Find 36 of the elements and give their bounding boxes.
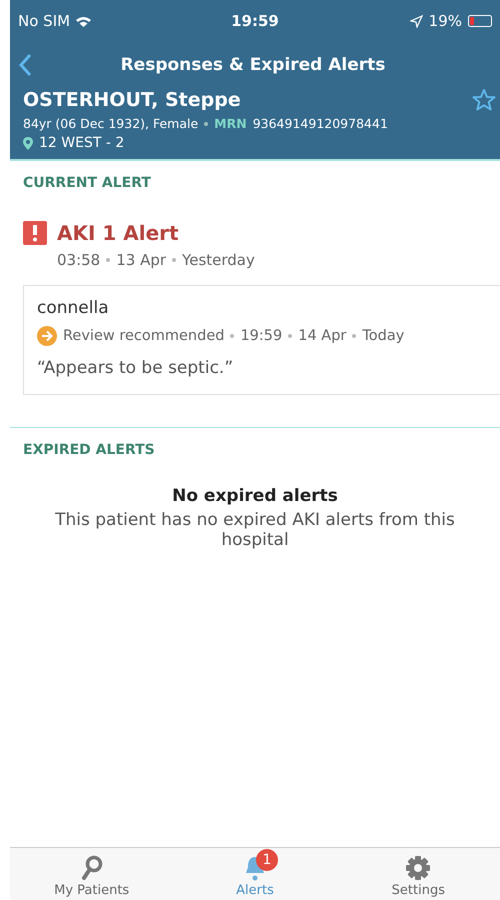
clock-label: 19:59 [231, 12, 279, 30]
patient-details: 84yr (06 Dec 1932), Female [23, 116, 198, 131]
tab-item[interactable]: My Patients [10, 848, 174, 900]
response-user: connella [37, 298, 110, 318]
screen-title: Responses & Expired Alerts [120, 55, 386, 75]
count-badge: 1 [256, 849, 278, 871]
tab-item[interactable]: Settings [336, 848, 500, 900]
alert-time: 13 Apr [116, 251, 166, 269]
search-icon [80, 855, 103, 881]
response-comment: “Appears to be septic.” [37, 357, 234, 378]
battery-icon [468, 15, 492, 27]
tab-item[interactable]: 1 Alerts [173, 848, 337, 900]
alert-icon [23, 221, 47, 245]
alert-title: AKI 1 Alert [57, 221, 179, 245]
response-time: Today [362, 328, 404, 344]
section-heading: EXPIRED ALERTS [22, 441, 156, 458]
section-heading: CURRENT ALERT [22, 174, 152, 191]
response-time: 19:59 [240, 328, 282, 344]
location-pin-icon [23, 136, 33, 150]
response-time: 14 Apr [298, 328, 346, 344]
patient-name: OSTERHOUT, Steppe [23, 89, 242, 111]
mrn-number: 93649149120978441 [252, 116, 388, 131]
back-chevron-icon [18, 53, 32, 77]
settings-icon [405, 855, 432, 881]
favourite-star-button[interactable] [472, 88, 496, 112]
location-arrow-icon [410, 14, 423, 28]
empty-title: No expired alerts [172, 486, 338, 506]
mrn-label: MRN [214, 116, 247, 131]
battery-label: 19% [428, 12, 462, 30]
alert-time: 03:58 [57, 251, 100, 269]
alert-time: Yesterday [182, 251, 255, 269]
empty-message: This patient has no expired AKI alerts from this hospital [54, 509, 456, 550]
wifi-icon [76, 16, 92, 26]
ward-location: 12 WEST - 2 [39, 135, 124, 151]
response-status: Review recommended [63, 328, 224, 344]
carrier-label: No SIM [18, 12, 70, 30]
